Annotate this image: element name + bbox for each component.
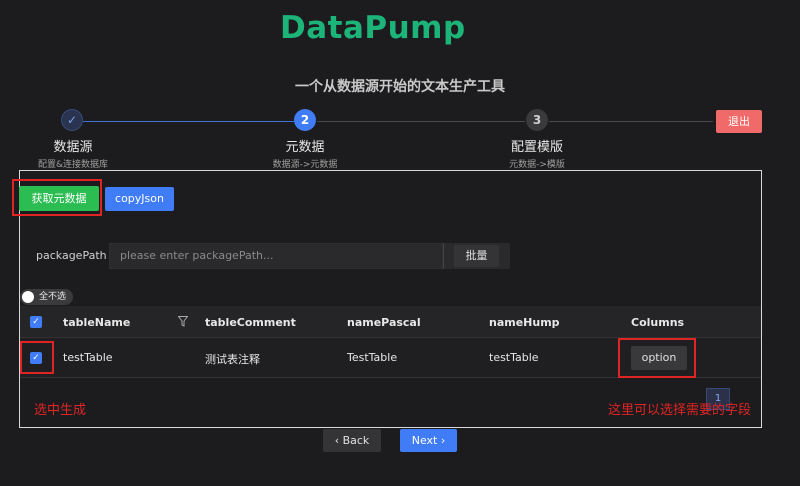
step-connector-1 (83, 121, 294, 122)
column-header-tablecomment: tableComment (205, 316, 296, 329)
batch-button[interactable]: 批量 (454, 245, 499, 267)
annotation-box-fetch (12, 179, 102, 216)
header-checkbox[interactable]: ✓ (30, 316, 42, 328)
column-header-columns: Columns (631, 316, 685, 329)
package-path-label: packagePath (36, 249, 107, 262)
annotation-choose-fields: 这里可以选择需要的字段 (608, 403, 752, 418)
column-header-namehump: nameHump (489, 316, 560, 329)
back-button[interactable]: ‹ Back (323, 429, 381, 452)
page-subtitle: 一个从数据源开始的文本生产工具 (295, 79, 505, 95)
package-path-input[interactable]: please enter packagePath... (109, 243, 443, 269)
next-button[interactable]: Next › (400, 429, 457, 452)
cell-tablecomment: 测试表注释 (205, 353, 260, 366)
step-2-desc: 数据源->元数据 (272, 160, 338, 170)
step-1-desc: 配置&连接数据库 (37, 160, 109, 170)
back-label: Back (342, 434, 370, 447)
brand-title: DataPump (280, 10, 466, 46)
step-3-circle: 3 (526, 109, 548, 131)
annotation-box-checkbox (20, 341, 54, 374)
column-header-tablename: tableName (63, 316, 131, 329)
step-connector-2 (317, 121, 525, 122)
logout-button[interactable]: 退出 (716, 110, 762, 133)
toggle-label: 全不选 (39, 292, 67, 302)
cell-namepascal: TestTable (347, 351, 398, 364)
cell-tablename: testTable (63, 351, 113, 364)
step-3-title: 配置模版 (510, 140, 563, 155)
step-1-check-icon: ✓ (61, 109, 83, 131)
step-connector-3 (549, 121, 713, 122)
copy-json-button[interactable]: copyJson (105, 187, 174, 211)
column-header-namepascal: namePascal (347, 316, 421, 329)
chevron-left-icon: ‹ (334, 434, 340, 447)
filter-icon[interactable] (178, 316, 188, 327)
chevron-right-icon: › (440, 434, 446, 447)
annotation-box-option (618, 338, 696, 378)
step-1-title: 数据源 (53, 140, 93, 155)
step-2-title: 元数据 (285, 140, 325, 155)
toggle-knob (22, 291, 34, 303)
cell-namehump: testTable (489, 351, 539, 364)
annotation-select-generate: 选中生成 (34, 403, 87, 418)
next-label: Next (411, 434, 438, 447)
step-3-desc: 元数据->模版 (509, 160, 565, 170)
step-2-circle: 2 (294, 109, 316, 131)
